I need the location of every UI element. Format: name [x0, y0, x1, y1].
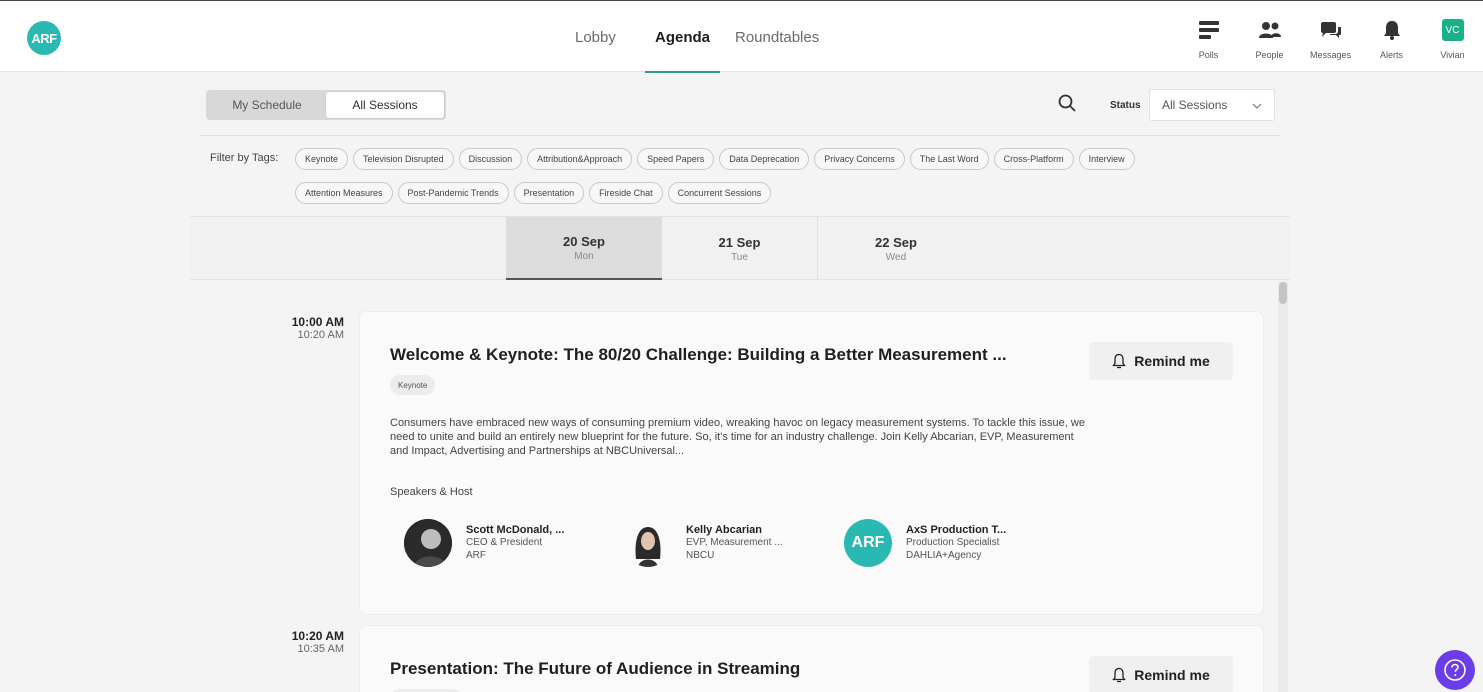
speaker-org: NBCU	[686, 550, 715, 561]
tag-data-deprecation[interactable]: Data Deprecation	[719, 148, 810, 170]
tab-lobby[interactable]: Lobby	[560, 1, 635, 73]
tag-presentation[interactable]: Presentation	[513, 182, 585, 204]
scrollbar-thumb[interactable]	[1279, 282, 1287, 304]
speaker-org: ARF	[466, 550, 486, 561]
session-time: 10:20 AM 10:35 AM	[194, 629, 344, 655]
tag-interview[interactable]: Interview	[1078, 148, 1135, 170]
bell-outline-icon	[1112, 353, 1127, 369]
tag-filter-list: Keynote Television Disrupted Discussion …	[295, 148, 1225, 204]
alerts-label: Alerts	[1379, 50, 1403, 60]
speaker-scott-mcdonald[interactable]: Scott McDonald, ... CEO & President ARF	[404, 518, 564, 568]
tag-attention-measures[interactable]: Attention Measures	[295, 182, 393, 204]
tag-concurrent-sessions[interactable]: Concurrent Sessions	[667, 182, 772, 204]
tab-agenda[interactable]: Agenda	[645, 1, 720, 73]
messages-button[interactable]: Messages	[1300, 1, 1361, 73]
remind-me-button[interactable]: Remind me	[1089, 342, 1233, 380]
session-end-time: 10:20 AM	[297, 329, 344, 341]
session-description: Consumers have embraced new ways of cons…	[390, 417, 1085, 457]
status-value: All Sessions	[1162, 98, 1228, 112]
status-select[interactable]: All Sessions	[1149, 89, 1275, 121]
session-card[interactable]: Presentation: The Future of Audience in …	[360, 626, 1263, 692]
session-end-time: 10:35 AM	[297, 643, 344, 655]
tag-discussion[interactable]: Discussion	[458, 148, 523, 170]
tag-post-pandemic-trends[interactable]: Post-Pandemic Trends	[397, 182, 509, 204]
speaker-org: DAHLIA+Agency	[906, 550, 982, 561]
bell-icon	[1381, 19, 1403, 41]
people-icon	[1258, 19, 1281, 41]
session-title[interactable]: Welcome & Keynote: The 80/20 Challenge: …	[390, 345, 1007, 365]
speakers-heading: Speakers & Host	[390, 486, 473, 498]
profile-button[interactable]: VC Vivian	[1422, 1, 1483, 73]
speaker-role: EVP, Measurement ...	[686, 537, 783, 548]
tag-television-disrupted[interactable]: Television Disrupted	[353, 148, 454, 170]
divider	[200, 135, 1280, 136]
schedule-toggle: My Schedule All Sessions	[206, 90, 446, 120]
session-card[interactable]: Welcome & Keynote: The 80/20 Challenge: …	[360, 312, 1263, 614]
people-button[interactable]: People	[1239, 1, 1300, 73]
status-label: Status	[1110, 100, 1141, 111]
date-tab-21-sep[interactable]: 21 Sep Tue	[662, 217, 818, 280]
tag-keynote[interactable]: Keynote	[295, 148, 349, 170]
filter-label: Filter by Tags:	[210, 152, 279, 164]
session-time: 10:00 AM 10:20 AM	[194, 315, 344, 341]
tag-attribution-approach[interactable]: Attribution&Approach	[527, 148, 633, 170]
alerts-button[interactable]: Alerts	[1361, 1, 1422, 73]
remind-me-label: Remind me	[1134, 667, 1210, 683]
date-label: 21 Sep	[718, 234, 761, 250]
agenda-content: My Schedule All Sessions Status All Sess…	[190, 72, 1290, 692]
top-bar: ARF Lobby Agenda Roundtables Polls Peopl…	[0, 0, 1483, 73]
tag-fireside-chat[interactable]: Fireside Chat	[589, 182, 663, 204]
remind-me-button[interactable]: Remind me	[1089, 656, 1233, 692]
speaker-role: Production Specialist	[906, 537, 1000, 548]
tag-speed-papers[interactable]: Speed Papers	[637, 148, 715, 170]
help-icon	[1444, 659, 1466, 681]
people-label: People	[1255, 50, 1284, 60]
help-button[interactable]	[1435, 650, 1475, 690]
arf-logo[interactable]: ARF	[27, 21, 61, 55]
user-avatar: VC	[1441, 19, 1464, 41]
speaker-name: AxS Production T...	[906, 524, 1007, 536]
all-sessions-option[interactable]: All Sessions	[326, 92, 444, 118]
polls-label: Polls	[1198, 50, 1219, 60]
speaker-kelly-abcarian[interactable]: Kelly Abcarian EVP, Measurement ... NBCU	[624, 518, 783, 568]
polls-icon	[1198, 19, 1220, 41]
bell-outline-icon	[1112, 667, 1127, 683]
session-title[interactable]: Presentation: The Future of Audience in …	[390, 659, 800, 679]
search-icon[interactable]	[1058, 94, 1078, 114]
tab-roundtables[interactable]: Roundtables	[735, 1, 819, 73]
messages-label: Messages	[1309, 50, 1352, 60]
date-tab-20-sep[interactable]: 20 Sep Mon	[506, 217, 662, 280]
messages-icon	[1320, 19, 1342, 41]
date-tabs: 20 Sep Mon 21 Sep Tue 22 Sep Wed	[190, 216, 1290, 280]
polls-button[interactable]: Polls	[1178, 1, 1239, 73]
session-start-time: 10:00 AM	[291, 315, 344, 329]
speaker-name: Kelly Abcarian	[686, 524, 763, 536]
speaker-axs-production[interactable]: ARF AxS Production T... Production Speci…	[844, 518, 1006, 568]
speaker-role: CEO & President	[466, 537, 543, 548]
arf-logo: ARF	[844, 519, 892, 567]
top-icons: Polls People Messages Alerts VC Vivian	[1178, 1, 1483, 73]
date-label: 22 Sep	[875, 234, 917, 250]
weekday-label: Tue	[731, 251, 748, 263]
tag-privacy-concerns[interactable]: Privacy Concerns	[814, 148, 905, 170]
my-schedule-option[interactable]: My Schedule	[208, 92, 326, 118]
speaker-name: Scott McDonald, ...	[466, 524, 565, 536]
session-tag: Keynote	[390, 375, 436, 395]
main-nav: Lobby Agenda Roundtables	[560, 1, 819, 73]
date-label: 20 Sep	[563, 233, 605, 249]
session-start-time: 10:20 AM	[291, 629, 344, 643]
profile-label: Vivian	[1440, 50, 1465, 60]
remind-me-label: Remind me	[1134, 353, 1210, 369]
scrollbar-track	[1278, 282, 1288, 692]
tag-cross-platform[interactable]: Cross-Platform	[993, 148, 1074, 170]
speaker-photo	[404, 519, 452, 567]
chevron-down-icon	[1252, 98, 1262, 112]
speaker-photo	[624, 519, 672, 567]
weekday-label: Wed	[885, 251, 907, 263]
tag-the-last-word[interactable]: The Last Word	[909, 148, 989, 170]
date-tab-22-sep[interactable]: 22 Sep Wed	[818, 217, 974, 280]
weekday-label: Mon	[574, 250, 594, 262]
